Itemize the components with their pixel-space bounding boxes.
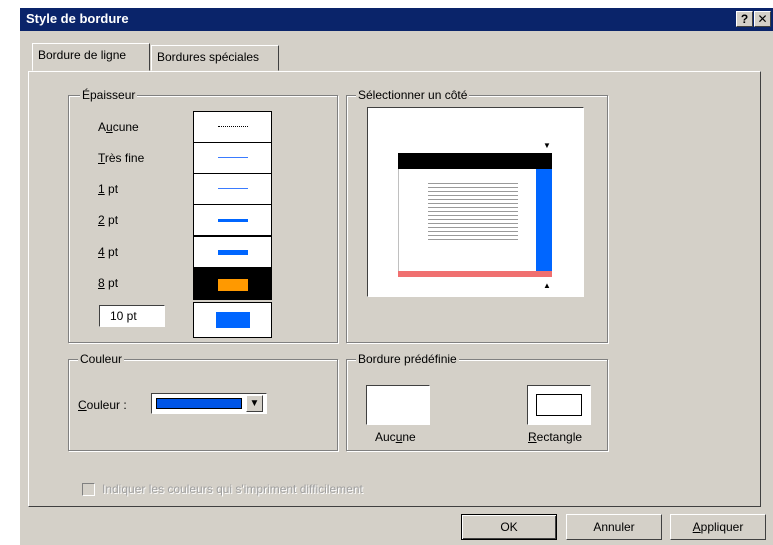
thickness-option-tres-fine[interactable] [193,142,272,174]
epaisseur-group-title: Épaisseur [80,88,138,102]
difficult-colors-label: Indiquer les couleurs qui s'impriment di… [102,482,363,496]
thickness-option-aucune[interactable] [193,111,272,143]
preview-top-border[interactable] [398,153,552,169]
thickness-option-1pt[interactable] [193,173,272,205]
cancel-button[interactable]: Annuler [566,514,662,540]
preview-text-lines [428,183,518,243]
custom-thickness-input[interactable]: 10 pt [99,305,165,327]
rectangle-preview-icon [536,394,582,416]
preview-left-border[interactable] [398,169,399,271]
tab-label: Bordures spéciales [157,50,260,64]
thickness-label-1pt: 1 pt [98,182,119,196]
close-button[interactable]: ✕ [754,11,771,27]
thickness-option-8pt[interactable] [193,268,272,300]
thickness-option-10pt[interactable] [193,302,272,338]
couleur-dropdown[interactable]: ▼ [151,393,267,414]
help-button[interactable]: ? [736,11,753,27]
select-side-group-title: Sélectionner un côté [356,88,470,102]
dropdown-arrow-icon[interactable]: ▼ [246,395,263,412]
tab-bordures-speciales[interactable]: Bordures spéciales [151,45,279,71]
predefined-none-button[interactable] [366,385,430,425]
top-side-arrow-icon[interactable]: ▼ [543,141,551,150]
title-bar[interactable] [20,8,773,31]
predefined-none-label: Aucune [375,430,416,444]
couleur-swatch [156,398,242,409]
window-title: Style de bordure [26,11,129,26]
couleur-label: Couleur : [78,398,127,412]
difficult-colors-checkbox[interactable] [82,483,95,496]
preview-right-border[interactable] [536,169,552,273]
couleur-group-title: Couleur [78,352,125,366]
background-app-top [20,0,773,8]
thickness-label-tres-fine: Très fine [98,151,145,165]
background-app-edge [0,0,20,545]
thickness-label-aucune: Aucune [98,120,139,134]
bottom-side-arrow-icon[interactable]: ▲ [543,281,551,290]
thickness-label-2pt: 2 pt [98,213,119,227]
predefined-rectangle-button[interactable] [527,385,591,425]
apply-button[interactable]: Appliquer [670,514,766,540]
tab-bordure-de-ligne[interactable]: Bordure de ligne [32,43,150,71]
tab-label: Bordure de ligne [38,48,127,62]
preview-bottom-border[interactable] [398,271,552,277]
predefined-border-group-title: Bordure prédéfinie [356,352,459,366]
thickness-label-8pt: 8 pt [98,276,119,290]
thickness-option-4pt[interactable] [193,236,272,268]
ok-button[interactable]: OK [461,514,557,540]
border-preview[interactable]: ▼ ▲ [367,107,584,297]
thickness-label-4pt: 4 pt [98,245,119,259]
thickness-option-2pt[interactable] [193,204,272,236]
predefined-rectangle-label: Rectangle [528,430,583,444]
